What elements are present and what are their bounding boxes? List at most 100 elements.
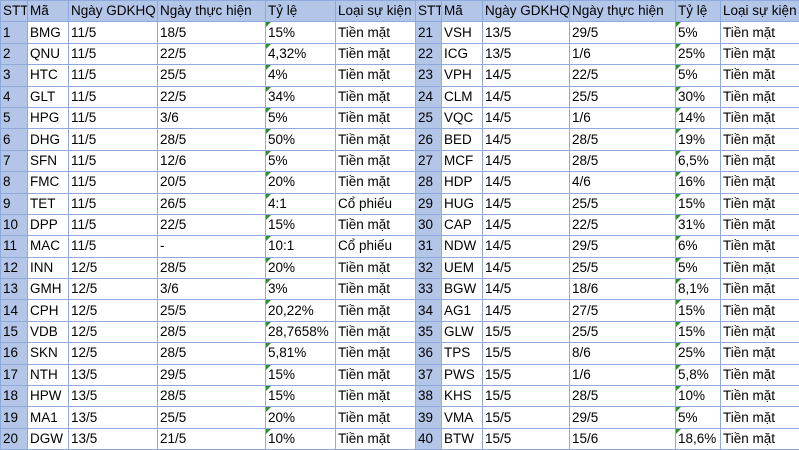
cell-ex-date[interactable]: 11/5 bbox=[69, 43, 158, 64]
cell-payment-date[interactable]: 25/5 bbox=[570, 321, 676, 342]
cell-event-type[interactable]: Tiền mặt bbox=[336, 172, 416, 193]
cell-ticker[interactable]: HUG bbox=[442, 193, 483, 214]
cell-ratio[interactable]: 5% bbox=[676, 407, 721, 428]
cell-ratio[interactable]: 20% bbox=[266, 257, 336, 278]
cell-payment-date[interactable]: 8/6 bbox=[570, 343, 676, 364]
cell-stt[interactable]: 8 bbox=[1, 172, 28, 193]
cell-stt[interactable]: 20 bbox=[1, 428, 28, 449]
cell-ticker[interactable]: VDB bbox=[28, 321, 69, 342]
cell-ex-date[interactable]: 14/5 bbox=[483, 172, 570, 193]
cell-payment-date[interactable]: 28/5 bbox=[570, 129, 676, 150]
cell-payment-date[interactable]: 25/5 bbox=[570, 193, 676, 214]
cell-payment-date[interactable]: 28/5 bbox=[570, 386, 676, 407]
cell-ex-date[interactable]: 15/5 bbox=[483, 407, 570, 428]
cell-ratio[interactable]: 5% bbox=[676, 257, 721, 278]
cell-stt[interactable]: 21 bbox=[416, 22, 442, 43]
cell-stt[interactable]: 26 bbox=[416, 129, 442, 150]
cell-payment-date[interactable]: 3/6 bbox=[158, 107, 266, 128]
cell-event-type[interactable]: Tiền mặt bbox=[336, 428, 416, 449]
cell-ex-date[interactable]: 15/5 bbox=[483, 321, 570, 342]
cell-ex-date[interactable]: 14/5 bbox=[483, 193, 570, 214]
cell-ticker[interactable]: FMC bbox=[28, 172, 69, 193]
cell-ratio[interactable]: 50% bbox=[266, 129, 336, 150]
cell-event-type[interactable]: Tiền mặt bbox=[721, 386, 799, 407]
cell-event-type[interactable]: Tiền mặt bbox=[721, 172, 799, 193]
cell-payment-date[interactable]: 25/5 bbox=[570, 257, 676, 278]
cell-ex-date[interactable]: 14/5 bbox=[483, 279, 570, 300]
cell-event-type[interactable]: Tiền mặt bbox=[721, 343, 799, 364]
cell-ticker[interactable]: VQC bbox=[442, 107, 483, 128]
cell-event-type[interactable]: Tiền mặt bbox=[721, 236, 799, 257]
cell-payment-date[interactable]: 29/5 bbox=[570, 407, 676, 428]
cell-stt[interactable]: 5 bbox=[1, 107, 28, 128]
cell-ex-date[interactable]: 14/5 bbox=[483, 65, 570, 86]
cell-ex-date[interactable]: 14/5 bbox=[483, 300, 570, 321]
cell-payment-date[interactable]: 22/5 bbox=[158, 86, 266, 107]
cell-ratio[interactable]: 15% bbox=[676, 321, 721, 342]
cell-event-type[interactable]: Tiền mặt bbox=[721, 257, 799, 278]
cell-payment-date[interactable]: 20/5 bbox=[158, 172, 266, 193]
cell-event-type[interactable]: Tiền mặt bbox=[336, 321, 416, 342]
cell-ex-date[interactable]: 14/5 bbox=[483, 150, 570, 171]
cell-ex-date[interactable]: 12/5 bbox=[69, 321, 158, 342]
cell-payment-date[interactable]: 22/5 bbox=[570, 214, 676, 235]
cell-event-type[interactable]: Tiền mặt bbox=[336, 107, 416, 128]
cell-ticker[interactable]: HTC bbox=[28, 65, 69, 86]
cell-ex-date[interactable]: 15/5 bbox=[483, 428, 570, 449]
cell-payment-date[interactable]: 28/5 bbox=[158, 257, 266, 278]
cell-ticker[interactable]: BGW bbox=[442, 279, 483, 300]
cell-ratio[interactable]: 5,81% bbox=[266, 343, 336, 364]
cell-ex-date[interactable]: 13/5 bbox=[483, 22, 570, 43]
cell-ticker[interactable]: GLW bbox=[442, 321, 483, 342]
cell-event-type[interactable]: Tiền mặt bbox=[336, 22, 416, 43]
cell-event-type[interactable]: Tiền mặt bbox=[336, 43, 416, 64]
cell-ticker[interactable]: AG1 bbox=[442, 300, 483, 321]
cell-ex-date[interactable]: 11/5 bbox=[69, 172, 158, 193]
cell-stt[interactable]: 4 bbox=[1, 86, 28, 107]
cell-ex-date[interactable]: 11/5 bbox=[69, 193, 158, 214]
cell-ratio[interactable]: 4,32% bbox=[266, 43, 336, 64]
cell-ticker[interactable]: INN bbox=[28, 257, 69, 278]
cell-event-type[interactable]: Cổ phiếu bbox=[336, 193, 416, 214]
cell-payment-date[interactable]: 28/5 bbox=[158, 321, 266, 342]
cell-event-type[interactable]: Tiền mặt bbox=[336, 364, 416, 385]
cell-payment-date[interactable]: 29/5 bbox=[570, 22, 676, 43]
cell-ratio[interactable]: 18,6% bbox=[676, 428, 721, 449]
cell-ratio[interactable]: 10% bbox=[266, 428, 336, 449]
cell-ratio[interactable]: 6,5% bbox=[676, 150, 721, 171]
cell-ticker[interactable]: BTW bbox=[442, 428, 483, 449]
cell-stt[interactable]: 32 bbox=[416, 257, 442, 278]
cell-stt[interactable]: 22 bbox=[416, 43, 442, 64]
cell-event-type[interactable]: Tiền mặt bbox=[336, 386, 416, 407]
cell-ex-date[interactable]: 14/5 bbox=[483, 214, 570, 235]
cell-ratio[interactable]: 5% bbox=[676, 65, 721, 86]
cell-stt[interactable]: 16 bbox=[1, 343, 28, 364]
cell-ratio[interactable]: 28,7658% bbox=[266, 321, 336, 342]
cell-ticker[interactable]: DPP bbox=[28, 214, 69, 235]
cell-stt[interactable]: 9 bbox=[1, 193, 28, 214]
cell-ticker[interactable]: SKN bbox=[28, 343, 69, 364]
cell-event-type[interactable]: Tiền mặt bbox=[721, 193, 799, 214]
cell-ex-date[interactable]: 13/5 bbox=[69, 428, 158, 449]
cell-ratio[interactable]: 15% bbox=[266, 386, 336, 407]
cell-stt[interactable]: 18 bbox=[1, 386, 28, 407]
cell-event-type[interactable]: Tiền mặt bbox=[336, 86, 416, 107]
cell-ticker[interactable]: BMG bbox=[28, 22, 69, 43]
cell-payment-date[interactable]: 18/5 bbox=[158, 22, 266, 43]
cell-payment-date[interactable]: 1/6 bbox=[570, 107, 676, 128]
cell-event-type[interactable]: Tiền mặt bbox=[336, 65, 416, 86]
cell-ticker[interactable]: HDP bbox=[442, 172, 483, 193]
cell-ratio[interactable]: 14% bbox=[676, 107, 721, 128]
cell-payment-date[interactable]: 3/6 bbox=[158, 279, 266, 300]
cell-payment-date[interactable]: 25/5 bbox=[570, 86, 676, 107]
cell-stt[interactable]: 38 bbox=[416, 386, 442, 407]
cell-stt[interactable]: 11 bbox=[1, 236, 28, 257]
cell-ex-date[interactable]: 15/5 bbox=[483, 386, 570, 407]
cell-ratio[interactable]: 5% bbox=[266, 150, 336, 171]
cell-payment-date[interactable]: 29/5 bbox=[158, 364, 266, 385]
cell-ex-date[interactable]: 11/5 bbox=[69, 150, 158, 171]
cell-event-type[interactable]: Tiền mặt bbox=[336, 150, 416, 171]
cell-payment-date[interactable]: 22/5 bbox=[158, 43, 266, 64]
cell-ex-date[interactable]: 11/5 bbox=[69, 86, 158, 107]
cell-ratio[interactable]: 16% bbox=[676, 172, 721, 193]
